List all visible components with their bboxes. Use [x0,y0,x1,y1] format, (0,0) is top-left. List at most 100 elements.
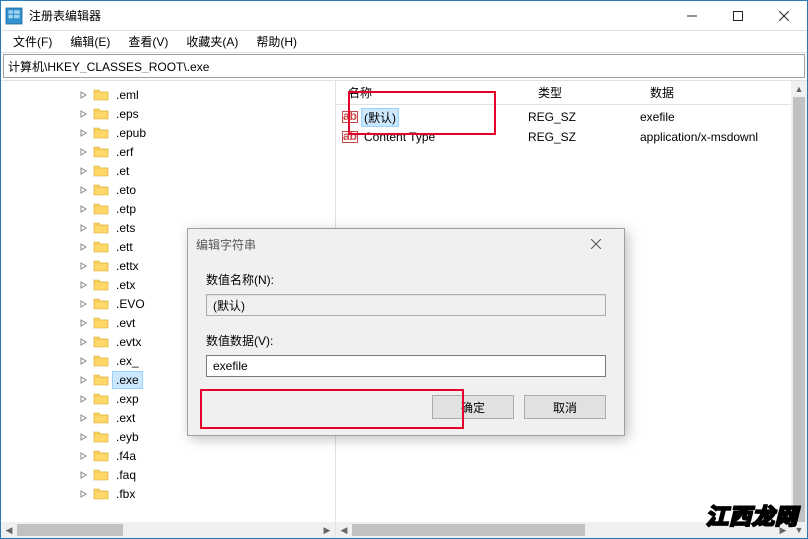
tree-item[interactable]: .faq [5,465,335,484]
tree-item-label: .eps [113,106,142,122]
value-data: exefile [640,110,807,124]
svg-text:ab: ab [343,109,357,123]
tree-item-label: .evt [113,315,138,331]
tree-item-label: .epub [113,125,149,141]
tree-item[interactable]: .epub [5,123,335,142]
scroll-left-icon[interactable]: ◀ [1,522,17,538]
tree-item-label: .f4a [113,448,139,464]
titlebar: 注册表编辑器 [1,1,807,31]
expand-arrow-icon[interactable] [75,86,93,104]
value-data-input[interactable] [206,355,606,377]
tree-item-label: .ett [113,239,136,255]
expand-arrow-icon[interactable] [75,200,93,218]
dialog-body: 数值名称(N): (默认) 数值数据(V): [188,259,624,381]
expand-arrow-icon[interactable] [75,105,93,123]
svg-text:ab: ab [343,129,357,143]
tree-item[interactable]: .fbx [5,484,335,503]
tree-item-label: .eml [113,87,142,103]
dialog-close-button[interactable] [576,229,616,259]
tree-item-label: .exp [113,391,142,407]
col-name[interactable]: 名称 [342,81,532,104]
tree-item-label: .ex_ [113,353,142,369]
list-header: 名称 类型 数据 [336,81,807,105]
menu-help[interactable]: 帮助(H) [248,31,305,52]
expand-arrow-icon[interactable] [75,295,93,313]
tree-item[interactable]: .eto [5,180,335,199]
expand-arrow-icon[interactable] [75,314,93,332]
tree-item-label: .EVO [113,296,148,312]
value-type: REG_SZ [528,130,640,144]
expand-arrow-icon[interactable] [75,143,93,161]
list-row[interactable]: ab (默认) REG_SZexefile [336,107,807,127]
tree-item[interactable]: .eps [5,104,335,123]
expand-arrow-icon[interactable] [75,238,93,256]
tree-item-label: .ettx [113,258,142,274]
tree-h-scrollbar[interactable]: ◀ ▶ [1,522,335,538]
expand-arrow-icon[interactable] [75,371,93,389]
value-type: REG_SZ [528,110,640,124]
dialog-titlebar: 编辑字符串 [188,229,624,259]
dialog-buttons: 确定 取消 [188,381,624,435]
regedit-app-icon [5,7,23,25]
address-input[interactable] [8,59,800,73]
expand-arrow-icon[interactable] [75,181,93,199]
tree-item[interactable]: .eml [5,85,335,104]
list-v-scrollbar[interactable]: ▲ ▼ [791,81,807,538]
tree-item[interactable]: .erf [5,142,335,161]
dialog-title: 编辑字符串 [196,236,576,253]
list-row[interactable]: ab Content Type REG_SZapplication/x-msdown… [336,127,807,147]
expand-arrow-icon[interactable] [75,333,93,351]
value-name: (默认) [362,109,398,126]
menubar: 文件(F) 编辑(E) 查看(V) 收藏夹(A) 帮助(H) [1,31,807,53]
col-type[interactable]: 类型 [532,81,644,104]
tree-item-label: .evtx [113,334,144,350]
expand-arrow-icon[interactable] [75,428,93,446]
menu-favorites[interactable]: 收藏夹(A) [178,31,246,52]
expand-arrow-icon[interactable] [75,162,93,180]
menu-file[interactable]: 文件(F) [5,31,60,52]
tree-item-label: .et [113,163,132,179]
expand-arrow-icon[interactable] [75,124,93,142]
menu-edit[interactable]: 编辑(E) [62,31,118,52]
tree-item-label: .exe [113,372,142,388]
scroll-up-icon[interactable]: ▲ [791,81,807,97]
maximize-button[interactable] [715,1,761,30]
tree-item[interactable]: .f4a [5,446,335,465]
scroll-thumb[interactable] [793,97,805,522]
tree-item-label: .fbx [113,486,138,502]
tree-item-label: .etx [113,277,138,293]
expand-arrow-icon[interactable] [75,352,93,370]
col-data[interactable]: 数据 [644,81,807,104]
expand-arrow-icon[interactable] [75,390,93,408]
expand-arrow-icon[interactable] [75,409,93,427]
tree-item-label: .ext [113,410,138,426]
scroll-left-icon[interactable]: ◀ [336,522,352,538]
address-bar[interactable] [3,54,805,78]
ok-button[interactable]: 确定 [432,395,514,419]
expand-arrow-icon[interactable] [75,485,93,503]
expand-arrow-icon[interactable] [75,447,93,465]
cancel-button[interactable]: 取消 [524,395,606,419]
scroll-right-icon[interactable]: ▶ [319,522,335,538]
value-name: Content Type [362,130,437,144]
tree-item[interactable]: .et [5,161,335,180]
scroll-thumb[interactable] [17,524,123,536]
close-button[interactable] [761,1,807,30]
edit-string-dialog: 编辑字符串 数值名称(N): (默认) 数值数据(V): 确定 取消 [187,228,625,436]
menu-view[interactable]: 查看(V) [120,31,176,52]
tree-item-label: .etp [113,201,139,217]
tree-item-label: .eyb [113,429,142,445]
expand-arrow-icon[interactable] [75,466,93,484]
expand-arrow-icon[interactable] [75,276,93,294]
value-data: application/x-msdownl [640,130,807,144]
expand-arrow-icon[interactable] [75,257,93,275]
tree-item-label: .faq [113,467,139,483]
tree-item-label: .erf [113,144,136,160]
value-name-label: 数值名称(N): [206,271,606,288]
expand-arrow-icon[interactable] [75,219,93,237]
tree-item-label: .eto [113,182,139,198]
scroll-thumb[interactable] [352,524,585,536]
watermark: 江西龙网 [706,499,798,531]
minimize-button[interactable] [669,1,715,30]
tree-item[interactable]: .etp [5,199,335,218]
